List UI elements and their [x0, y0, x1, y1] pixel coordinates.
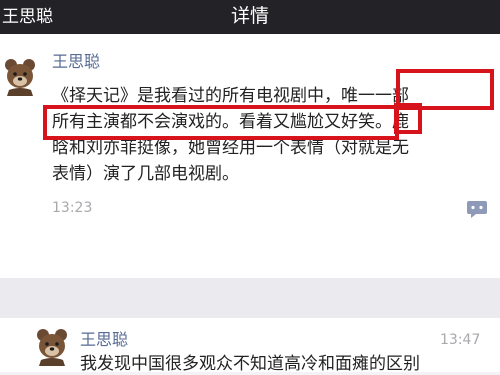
post-body: 《择天记》是我看过的所有电视剧中，唯一一部 所有主演都不会演戏的。看着又尴尬又好…	[52, 83, 500, 187]
post-card: 王思聪 《择天记》是我看过的所有电视剧中，唯一一部 所有主演都不会演戏的。看着又…	[0, 34, 500, 278]
post-line: 《择天记》是我看过的所有电视剧中，唯一一部	[52, 86, 409, 106]
post-line: 表情）演了几部电视剧。	[52, 164, 239, 184]
author-name[interactable]: 王思聪	[52, 52, 100, 72]
post-line: 所有主演都不会演戏的。看着又尴尬又好笑。鹿	[52, 112, 409, 132]
nav-bar: 王思聪 详情	[0, 0, 500, 34]
post-divider	[0, 278, 500, 318]
post-timestamp: 13:47	[440, 332, 481, 348]
post-timestamp: 13:23	[52, 200, 93, 216]
bear-avatar-icon[interactable]	[34, 326, 70, 366]
comment-icon[interactable]	[466, 200, 488, 218]
author-name[interactable]: 王思聪	[80, 330, 128, 350]
post-card: 王思聪 13:47 我发现中国很多观众不知道高冷和面瘫的区别	[0, 318, 500, 374]
bear-avatar-icon[interactable]	[2, 56, 38, 96]
post-line: 晗和刘亦菲挺像，她曾经用一个表情（对就是无	[52, 138, 409, 158]
page-title: 详情	[230, 5, 269, 27]
